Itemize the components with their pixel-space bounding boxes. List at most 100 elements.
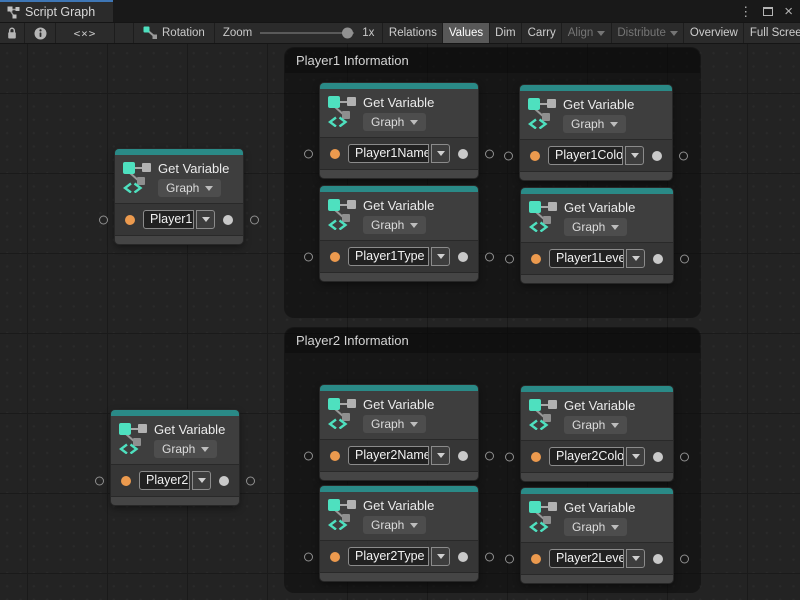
- get-variable-node-player1name[interactable]: Get Variable Graph Player1Name: [320, 83, 478, 178]
- variable-name-dropdown[interactable]: Player1Color: [548, 146, 644, 165]
- value-output-dot[interactable]: [219, 476, 229, 486]
- value-output-dot[interactable]: [223, 215, 233, 225]
- get-variable-node-player2[interactable]: Get Variable Graph Player2: [111, 410, 239, 505]
- variable-name-dropdown[interactable]: Player2Level: [549, 549, 645, 568]
- get-variable-node-player2color[interactable]: Get Variable Graph Player2Color: [521, 386, 673, 481]
- variable-name-dropdown[interactable]: Player2Name: [348, 446, 450, 465]
- input-port[interactable]: [95, 476, 104, 485]
- get-variable-node-player1color[interactable]: Get Variable Graph Player1Color: [520, 85, 672, 180]
- maximize-icon[interactable]: [763, 7, 773, 16]
- name-input-port[interactable]: [330, 552, 340, 562]
- name-input-port[interactable]: [330, 451, 340, 461]
- variable-scope-dropdown[interactable]: Graph: [363, 216, 426, 234]
- variable-scope-dropdown[interactable]: Graph: [363, 516, 426, 534]
- dim-button[interactable]: Dim: [489, 23, 521, 43]
- get-variable-node-player2level[interactable]: Get Variable Graph Player2Level: [521, 488, 673, 583]
- output-port[interactable]: [485, 451, 494, 460]
- variable-name-dropdown[interactable]: Player2Color: [549, 447, 645, 466]
- tab-script-graph[interactable]: Script Graph: [0, 0, 113, 22]
- output-port[interactable]: [485, 552, 494, 561]
- rotation-button[interactable]: Rotation: [134, 23, 215, 43]
- get-variable-node-player2type[interactable]: Get Variable Graph Player2Type: [320, 486, 478, 581]
- output-port[interactable]: [485, 252, 494, 261]
- output-port[interactable]: [246, 476, 255, 485]
- name-input-port[interactable]: [121, 476, 131, 486]
- name-input-port[interactable]: [531, 554, 541, 564]
- variable-name-dropdown[interactable]: Player1Type: [348, 247, 450, 266]
- value-output-dot[interactable]: [653, 254, 663, 264]
- variable-dropdown-button[interactable]: [626, 447, 645, 466]
- variable-name-dropdown[interactable]: Player1: [143, 210, 215, 229]
- output-port[interactable]: [679, 151, 688, 160]
- get-variable-node-player1[interactable]: Get Variable Graph Player1: [115, 149, 243, 244]
- input-port[interactable]: [99, 215, 108, 224]
- variable-scope-dropdown[interactable]: Graph: [158, 179, 221, 197]
- close-icon[interactable]: ×: [784, 4, 793, 19]
- input-port[interactable]: [504, 151, 513, 160]
- variable-name-dropdown[interactable]: Player1Level: [549, 249, 645, 268]
- variable-dropdown-button[interactable]: [192, 471, 211, 490]
- values-button[interactable]: Values: [442, 23, 488, 43]
- info-button[interactable]: [25, 23, 56, 43]
- input-port[interactable]: [304, 552, 313, 561]
- overview-button[interactable]: Overview: [683, 23, 743, 43]
- value-output-dot[interactable]: [458, 252, 468, 262]
- name-input-port[interactable]: [531, 452, 541, 462]
- node-port-row: Player2: [111, 464, 239, 497]
- group-header[interactable]: Player2 Information: [285, 328, 700, 353]
- name-input-port[interactable]: [531, 254, 541, 264]
- variable-scope-dropdown[interactable]: Graph: [363, 415, 426, 433]
- full-screen-button[interactable]: Full Screen: [743, 23, 800, 43]
- output-port[interactable]: [250, 215, 259, 224]
- variable-scope-dropdown[interactable]: Graph: [363, 113, 426, 131]
- get-variable-node-player1type[interactable]: Get Variable Graph Player1Type: [320, 186, 478, 281]
- variable-dropdown-button[interactable]: [431, 247, 450, 266]
- get-variable-node-player2name[interactable]: Get Variable Graph Player2Name: [320, 385, 478, 480]
- variable-scope-dropdown[interactable]: Graph: [564, 416, 627, 434]
- group-header[interactable]: Player1 Information: [285, 48, 700, 73]
- variable-name-dropdown[interactable]: Player1Name: [348, 144, 450, 163]
- name-input-port[interactable]: [330, 149, 340, 159]
- input-port[interactable]: [304, 451, 313, 460]
- relations-button[interactable]: Relations: [382, 23, 442, 43]
- input-port[interactable]: [505, 554, 514, 563]
- value-output-dot[interactable]: [653, 554, 663, 564]
- variable-dropdown-button[interactable]: [431, 144, 450, 163]
- value-annotation-button[interactable]: <×>: [56, 23, 115, 43]
- variable-name-dropdown[interactable]: Player2: [139, 471, 211, 490]
- variable-dropdown-button[interactable]: [626, 249, 645, 268]
- value-output-dot[interactable]: [652, 151, 662, 161]
- variable-scope-dropdown[interactable]: Graph: [154, 440, 217, 458]
- variable-dropdown-button[interactable]: [431, 547, 450, 566]
- variable-dropdown-button[interactable]: [196, 210, 215, 229]
- graph-canvas[interactable]: Player1 Information Player2 Information: [0, 44, 800, 600]
- name-input-port[interactable]: [125, 215, 135, 225]
- name-input-port[interactable]: [330, 252, 340, 262]
- value-output-dot[interactable]: [458, 149, 468, 159]
- name-input-port[interactable]: [530, 151, 540, 161]
- window-menu-icon[interactable]: ⋮: [739, 5, 752, 18]
- variable-dropdown-button[interactable]: [625, 146, 644, 165]
- value-output-dot[interactable]: [458, 451, 468, 461]
- input-port[interactable]: [304, 252, 313, 261]
- input-port[interactable]: [505, 452, 514, 461]
- value-output-dot[interactable]: [458, 552, 468, 562]
- variable-scope-dropdown[interactable]: Graph: [564, 518, 627, 536]
- output-port[interactable]: [680, 254, 689, 263]
- variable-dropdown-button[interactable]: [431, 446, 450, 465]
- input-port[interactable]: [505, 254, 514, 263]
- zoom-slider[interactable]: [260, 32, 354, 34]
- lock-button[interactable]: [0, 23, 25, 43]
- output-port[interactable]: [485, 149, 494, 158]
- variable-scope-dropdown[interactable]: Graph: [564, 218, 627, 236]
- output-port[interactable]: [680, 554, 689, 563]
- zoom-slider-handle[interactable]: [342, 28, 353, 39]
- carry-button[interactable]: Carry: [521, 23, 561, 43]
- value-output-dot[interactable]: [653, 452, 663, 462]
- variable-dropdown-button[interactable]: [626, 549, 645, 568]
- get-variable-node-player1level[interactable]: Get Variable Graph Player1Level: [521, 188, 673, 283]
- variable-name-dropdown[interactable]: Player2Type: [348, 547, 450, 566]
- input-port[interactable]: [304, 149, 313, 158]
- variable-scope-dropdown[interactable]: Graph: [563, 115, 626, 133]
- output-port[interactable]: [680, 452, 689, 461]
